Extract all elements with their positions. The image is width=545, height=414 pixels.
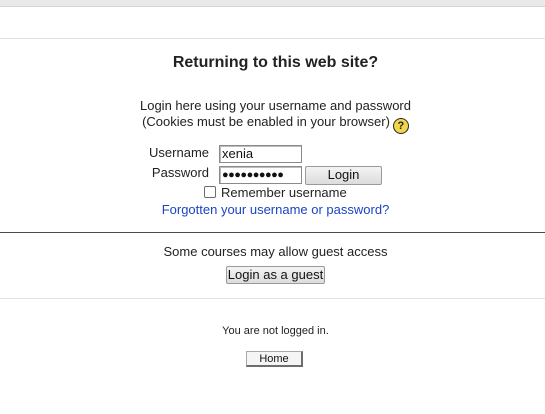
cookies-note: (Cookies must be enabled in your browser…: [0, 114, 545, 134]
login-instructions: Login here using your username and passw…: [139, 98, 411, 113]
footer-divider: [0, 298, 545, 299]
forgot-password-link[interactable]: Forgotten your username or password?: [162, 202, 390, 217]
header-divider: [0, 38, 545, 39]
username-label: Username: [149, 145, 209, 160]
help-icon[interactable]: ?: [392, 118, 409, 134]
login-heading: Returning to this web site?: [172, 54, 379, 71]
login-info: You are not logged in.: [222, 325, 329, 337]
password-input[interactable]: ●●●●●●●●●●: [219, 166, 302, 184]
login-as-guest-button[interactable]: Login as a guest: [226, 266, 325, 284]
forgot-password-row: Forgotten your username or password?: [0, 202, 545, 217]
top-header-strip: [0, 0, 545, 7]
remember-username-checkbox[interactable]: [204, 186, 216, 198]
section-divider: [0, 232, 545, 233]
home-button[interactable]: Home: [246, 351, 303, 367]
login-button[interactable]: Login: [305, 166, 382, 185]
password-label: Password: [151, 165, 209, 180]
login-page: Returning to this web site? Login here u…: [0, 0, 545, 414]
remember-username-label: Remember username: [221, 185, 347, 200]
username-input[interactable]: xenia: [219, 145, 302, 163]
cookies-note-text: (Cookies must be enabled in your browser…: [142, 114, 390, 129]
guest-access-text: Some courses may allow guest access: [163, 244, 388, 259]
